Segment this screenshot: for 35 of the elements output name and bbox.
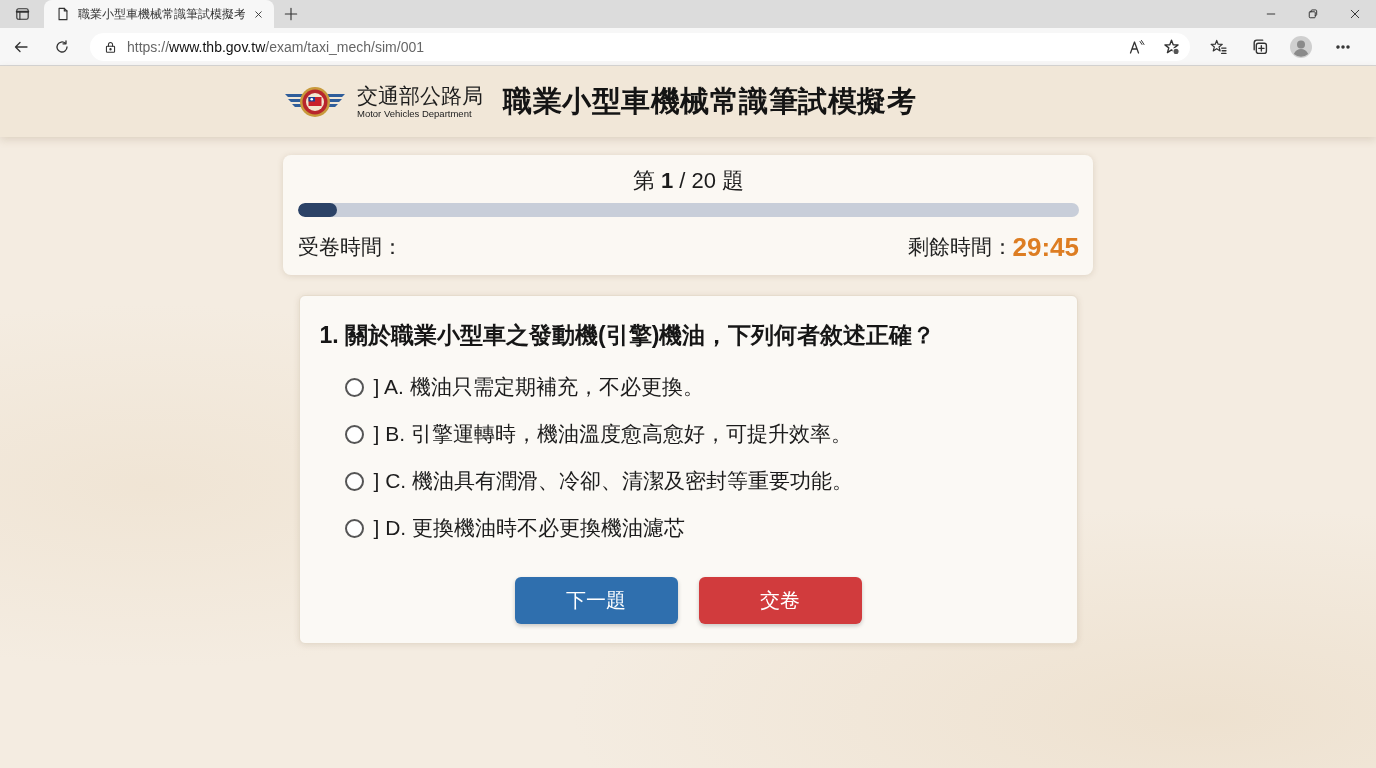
close-icon[interactable] bbox=[253, 8, 264, 20]
read-aloud-icon[interactable] bbox=[1129, 38, 1145, 55]
refresh-icon[interactable] bbox=[53, 38, 70, 55]
address-bar[interactable]: https://www.thb.gov.tw/exam/taxi_mech/sim/001 bbox=[90, 32, 1190, 61]
url-text: https://www.thb.gov.tw/exam/taxi_mech/sim/001 bbox=[127, 38, 425, 55]
browser-tab[interactable]: 職業小型車機械常識筆試模擬考 bbox=[44, 0, 274, 28]
star-add-icon[interactable] bbox=[1163, 38, 1180, 55]
radio-button[interactable] bbox=[344, 424, 364, 444]
collections-icon[interactable] bbox=[1251, 38, 1268, 55]
winged-emblem-logo bbox=[283, 84, 347, 119]
avatar-icon[interactable] bbox=[1290, 35, 1312, 58]
option-label[interactable]: ] C. 機油具有潤滑、冷卻、清潔及密封等重要功能。 bbox=[373, 467, 853, 495]
agency-name: 交通部公路局 bbox=[357, 83, 483, 108]
option-label[interactable]: ] D. 更換機油時不必更換機油濾芯 bbox=[373, 514, 685, 542]
start-time-label: 受卷時間： bbox=[298, 234, 403, 260]
radio-button[interactable] bbox=[344, 377, 364, 397]
question-counter: 第 1 / 20 題 bbox=[631, 167, 746, 195]
page-title: 職業小型車機械常識筆試模擬考 bbox=[503, 83, 916, 119]
option-label[interactable]: ] B. 引擎運轉時，機油溫度愈高愈好，可提升效率。 bbox=[373, 420, 852, 448]
agency-subtitle: Motor Vehicles Department bbox=[357, 107, 473, 120]
document-icon bbox=[56, 6, 70, 22]
radio-button[interactable] bbox=[344, 471, 364, 491]
restore-icon[interactable] bbox=[1307, 8, 1319, 20]
favorites-icon[interactable] bbox=[1210, 38, 1227, 55]
lock-icon bbox=[104, 39, 117, 54]
tab-actions-icon[interactable] bbox=[14, 7, 30, 21]
plus-icon[interactable] bbox=[284, 7, 298, 21]
remaining-time: 29:45 bbox=[1012, 231, 1079, 263]
submit-exam-button[interactable]: 交卷 bbox=[698, 577, 862, 624]
next-question-button[interactable]: 下一題 bbox=[514, 577, 678, 624]
remaining-time-label: 剩餘時間： bbox=[907, 234, 1013, 260]
radio-button[interactable] bbox=[344, 518, 364, 538]
option-label[interactable]: ] A. 機油只需定期補充，不必更換。 bbox=[373, 373, 704, 401]
close-icon[interactable] bbox=[1349, 8, 1361, 20]
question-text: 1. 關於職業小型車之發動機(引擎)機油，下列何者敘述正確？ bbox=[319, 321, 937, 350]
